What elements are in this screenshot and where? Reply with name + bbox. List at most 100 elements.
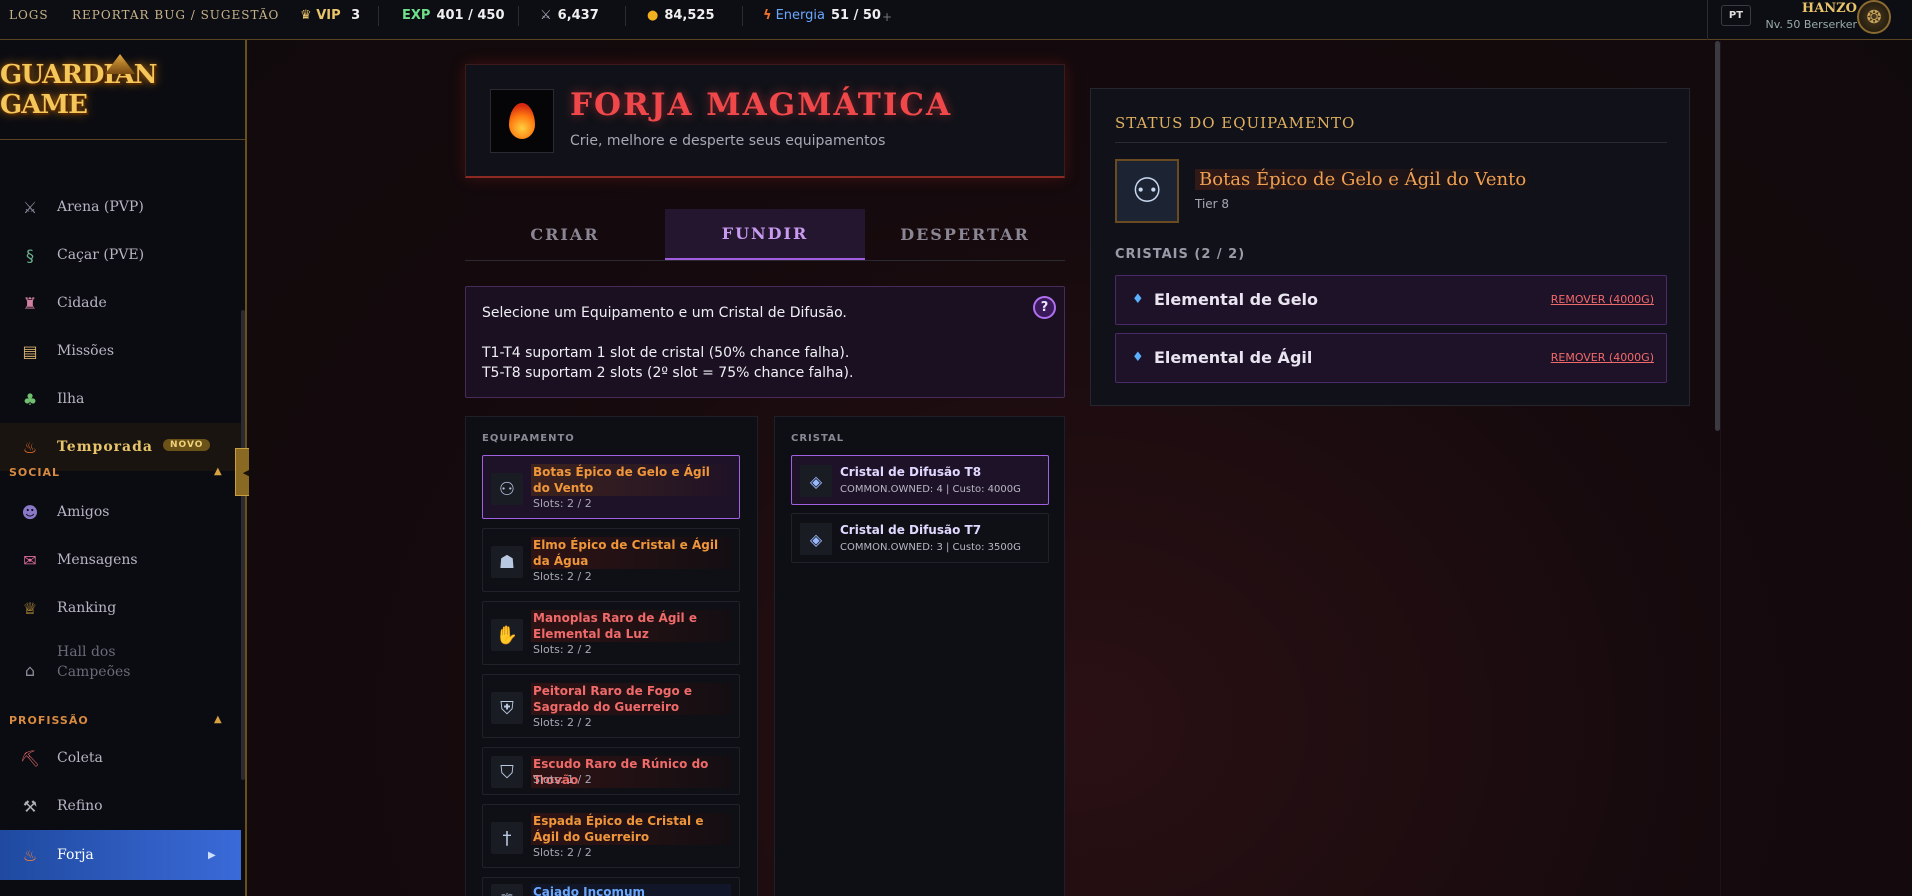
vip-value: 3	[351, 8, 361, 23]
trophy-icon: ♕	[22, 598, 38, 618]
status-item-name: Botas Épico de Gelo e Ágil do Vento	[1195, 169, 1531, 190]
crystal-panel: CRISTAL ◈ Cristal de Difusão T8 COMMON.O…	[774, 416, 1065, 896]
sidebar-item-ranking[interactable]: ♕ Ranking	[0, 584, 241, 632]
sidebar-item-label: Coleta	[57, 750, 103, 766]
avatar[interactable]: ❂	[1857, 0, 1891, 34]
equipment-item[interactable]: ⛨ Peitoral Raro de Fogo e Sagrado do Gue…	[482, 674, 740, 738]
equipment-item[interactable]: ☗ Elmo Épico de Cristal e Ágil da Água S…	[482, 528, 740, 592]
crystals-header: CRISTAIS (2 / 2)	[1115, 247, 1246, 262]
equipment-item[interactable]: ✋ Manoplas Raro de Ágil e Elemental da L…	[482, 601, 740, 665]
section-label: PROFISSÃO	[9, 714, 89, 727]
sidebar-item-season[interactable]: ♨ Temporada NOVO	[0, 423, 241, 471]
separator	[625, 6, 626, 26]
gold-coin-icon: ●	[647, 8, 659, 23]
sidebar-item-hall[interactable]: ⌂ Hall dos Campeões	[0, 640, 241, 700]
main-scrollbar[interactable]	[1715, 41, 1720, 431]
sidebar-item-label: Missões	[57, 343, 115, 359]
sidebar-item-collect[interactable]: ⛏ Coleta	[0, 734, 241, 782]
palm-tree-icon: ♣	[22, 389, 38, 409]
flame-icon: ♨	[22, 437, 38, 457]
dragon-icon: §	[26, 245, 34, 265]
sidebar-scrollbar[interactable]	[241, 310, 245, 780]
equipment-slots: Slots: 1 / 2	[533, 773, 592, 786]
equipment-item[interactable]: ⚇ Botas Épico de Gelo e Ágil do Vento Sl…	[482, 455, 740, 519]
chevron-up-icon: ▲	[214, 714, 223, 725]
chevron-up-icon: ▲	[214, 466, 223, 477]
sidebar-item-arena[interactable]: ⚔ Arena (PVP)	[0, 183, 241, 231]
mail-icon: ✉	[23, 550, 37, 570]
gold-value: 84,525	[664, 8, 715, 23]
separator	[518, 6, 519, 26]
crystal-name: Cristal de Difusão T7	[840, 523, 982, 537]
sidebar-item-refine[interactable]: ⚒ Refino	[0, 782, 241, 830]
energy-display: ϟ Energia 51 / 50	[763, 8, 881, 23]
energy-plus-button[interactable]: +	[882, 10, 892, 24]
sidebar-item-forge[interactable]: ♨ Forja ▶	[0, 830, 241, 880]
sidebar-item-island[interactable]: ♣ Ilha	[0, 375, 241, 423]
scroll-icon: ▤	[22, 341, 38, 361]
sidebar-item-messages[interactable]: ✉ Mensagens	[0, 536, 241, 584]
sidebar: GUARDIAN GAME ⚔ Arena (PVP) § Caçar (PVE…	[0, 40, 247, 896]
gold-display: ● 84,525	[647, 8, 715, 23]
panel-title: CRISTAL	[791, 433, 845, 444]
help-button[interactable]: ?	[1033, 296, 1056, 319]
section-profession[interactable]: PROFISSÃO ▲	[9, 714, 229, 727]
sidebar-item-city[interactable]: ♜ Cidade	[0, 279, 241, 327]
sword-icon: †	[491, 822, 523, 854]
logs-link[interactable]: LOGS	[9, 8, 49, 22]
equipment-name: Peitoral Raro de Fogo e Sagrado do Guerr…	[531, 683, 731, 715]
energy-value: 51 / 50	[830, 8, 881, 23]
equipment-item[interactable]: † Espada Épico de Cristal e Ágil do Guer…	[482, 804, 740, 868]
tab-awaken[interactable]: DESPERTAR	[865, 209, 1065, 260]
info-line: Selecione um Equipamento e um Cristal de…	[482, 305, 847, 321]
equipment-name: Cajado Incomum	[531, 884, 731, 896]
equipment-item[interactable]: ⚚ Cajado Incomum	[482, 877, 740, 896]
sidebar-item-hunt[interactable]: § Caçar (PVE)	[0, 231, 241, 279]
section-social[interactable]: SOCIAL ▲	[9, 466, 229, 479]
equipment-name: Elmo Épico de Cristal e Ágil da Água	[531, 537, 731, 569]
tab-fuse[interactable]: FUNDIR	[665, 209, 865, 260]
crown-icon: ♛	[300, 8, 312, 23]
remove-crystal-button[interactable]: REMOVER (4000G)	[1551, 351, 1654, 364]
sidebar-item-label: Caçar (PVE)	[57, 247, 145, 263]
user-level: Nv. 50 Berserker	[1765, 18, 1858, 31]
power-value: 6,437	[557, 8, 599, 23]
vip-label: VIP	[316, 8, 341, 23]
language-selector[interactable]: PT	[1721, 5, 1751, 26]
boots-icon: ⚇	[1115, 159, 1179, 223]
page-subtitle: Crie, melhore e desperte seus equipament…	[570, 133, 886, 149]
avatar-emblem-icon: ❂	[1866, 6, 1882, 28]
chevron-right-icon: ▶	[208, 849, 216, 861]
crystal-icon: ◈	[800, 523, 832, 555]
equipment-slots: Slots: 2 / 2	[533, 570, 592, 583]
friends-icon: ☻	[21, 502, 39, 522]
sidebar-item-missions[interactable]: ▤ Missões	[0, 327, 241, 375]
new-badge: NOVO	[163, 439, 211, 451]
castle-icon: ♜	[22, 293, 38, 313]
vip-display: ♛ VIP 3	[300, 8, 360, 23]
equipment-status-panel: STATUS DO EQUIPAMENTO ⚇ Botas Épico de G…	[1090, 88, 1690, 406]
info-box: Selecione um Equipamento e um Cristal de…	[465, 286, 1065, 398]
username: HANZO	[1801, 1, 1857, 16]
crystal-item[interactable]: ◈ Cristal de Difusão T7 COMMON.OWNED: 3 …	[791, 513, 1049, 563]
sidebar-item-label: Temporada	[57, 439, 153, 455]
logo[interactable]: GUARDIAN GAME	[0, 40, 245, 140]
sidebar-item-label: Ranking	[57, 600, 117, 616]
equipment-item[interactable]: ⛉ Escudo Raro de Rúnico do Trovão Slots:…	[482, 747, 740, 795]
sidebar-item-friends[interactable]: ☻ Amigos	[0, 488, 241, 536]
sidebar-item-label: Forja	[57, 847, 94, 863]
tab-create[interactable]: CRIAR	[465, 209, 665, 260]
separator	[378, 6, 379, 26]
crystal-slot-name: Elemental de Gelo	[1154, 290, 1319, 309]
gauntlets-icon: ✋	[491, 619, 523, 651]
helmet-icon: ☗	[491, 546, 523, 578]
lightning-icon: ϟ	[763, 8, 772, 23]
report-bug-link[interactable]: REPORTAR BUG / SUGESTÃO	[72, 8, 279, 22]
crystal-item[interactable]: ◈ Cristal de Difusão T8 COMMON.OWNED: 4 …	[791, 455, 1049, 505]
crystal-slot: ♦ Elemental de Ágil REMOVER (4000G)	[1115, 333, 1667, 383]
sidebar-item-label: Mensagens	[57, 552, 138, 568]
user-info[interactable]: HANZO Nv. 50 Berserker	[1766, 1, 1858, 31]
equipment-panel: EQUIPAMENTO ⚇ Botas Épico de Gelo e Ágil…	[465, 416, 758, 896]
power-display: ⚔ 6,437	[540, 8, 599, 23]
remove-crystal-button[interactable]: REMOVER (4000G)	[1551, 293, 1654, 306]
